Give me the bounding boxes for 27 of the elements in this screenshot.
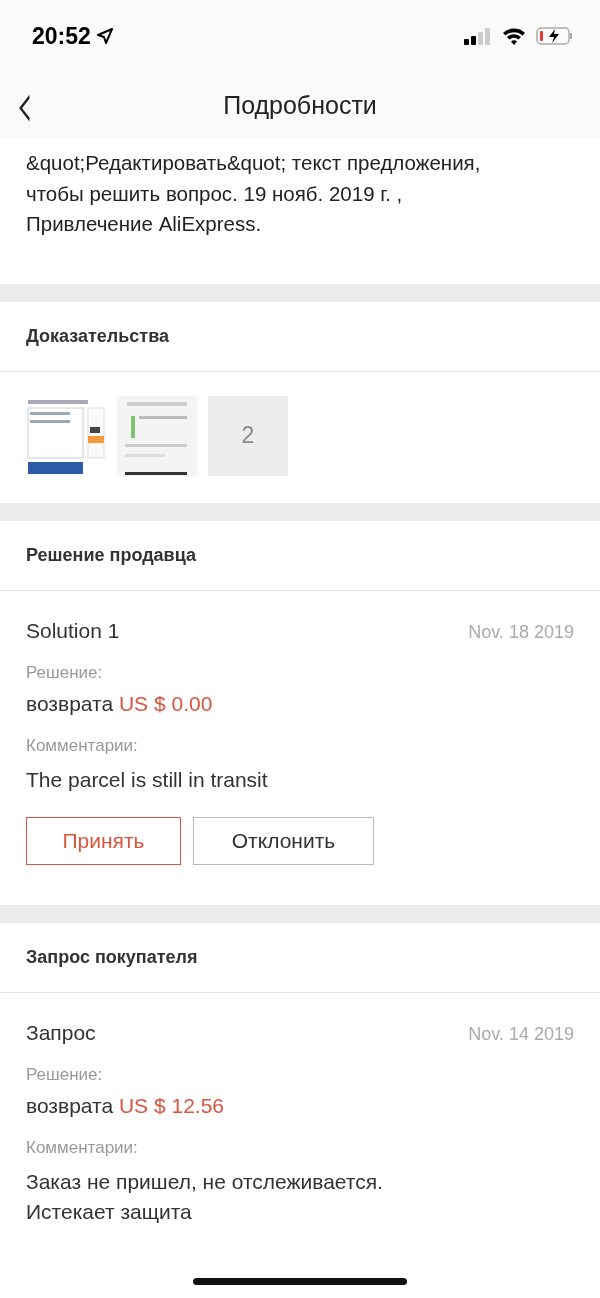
field-label: Комментарии: bbox=[26, 1137, 139, 1158]
signal-icon bbox=[464, 27, 492, 45]
solution-date: Nov. 14 2019 bbox=[468, 1023, 574, 1045]
section-title: Запрос покупателя bbox=[26, 946, 198, 968]
solution-name: Solution 1 bbox=[26, 618, 120, 643]
wifi-icon bbox=[502, 27, 526, 45]
decision-text: возврата bbox=[26, 1093, 114, 1117]
refund-amount: US $ 12.56 bbox=[118, 1093, 225, 1117]
field-label: Решение: bbox=[26, 1064, 104, 1085]
refund-amount: US $ 0.00 bbox=[118, 691, 213, 715]
comment-text: The parcel is still in transit bbox=[26, 766, 269, 793]
comment-text: Заказ не пришел, не отслеживается. Истекает защита bbox=[26, 1168, 384, 1225]
section-title: Доказательства bbox=[26, 325, 169, 347]
section-title: Решение продавца bbox=[26, 544, 196, 566]
battery-charging-icon bbox=[536, 26, 574, 46]
accept-button[interactable]: Принять bbox=[26, 816, 181, 865]
location-arrow-icon bbox=[96, 28, 113, 44]
decline-button[interactable]: Отклонить bbox=[193, 816, 374, 865]
field-label: Решение: bbox=[26, 662, 104, 683]
description-text: &quot;Редактировать&quot; текст предложения, чтобы решить вопрос. 19 нояб. 2019 г. , Привлечение AliExpress. bbox=[26, 150, 482, 237]
field-label: Комментарии: bbox=[26, 735, 139, 756]
solution-date: Nov. 18 2019 bbox=[468, 621, 574, 643]
page-title: Подробности bbox=[223, 90, 377, 120]
solution-name: Запрос bbox=[26, 1020, 96, 1045]
back-button[interactable]: ‹ bbox=[10, 80, 40, 130]
status-time: 20:52 bbox=[32, 22, 91, 50]
decision-text: возврата bbox=[26, 691, 114, 715]
